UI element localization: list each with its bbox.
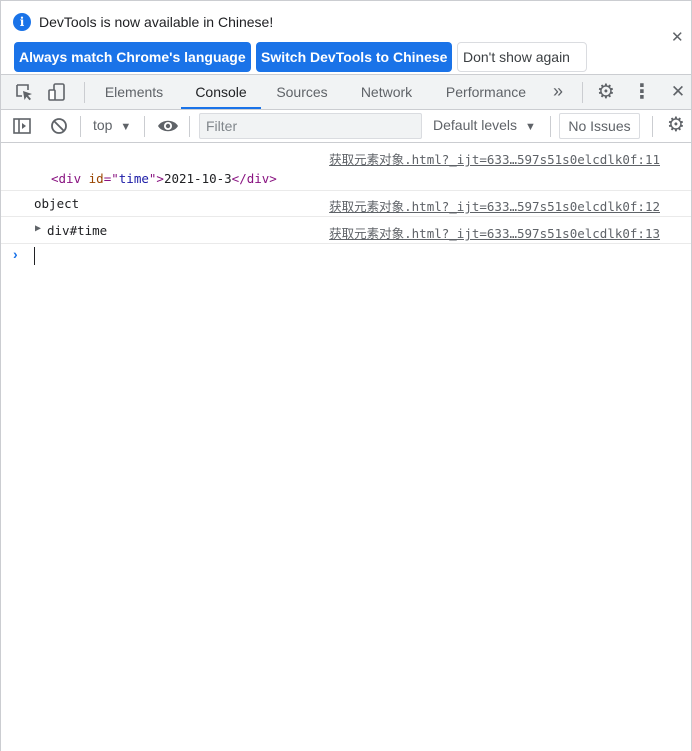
toolbar-divider: [189, 116, 190, 137]
tab-elements[interactable]: Elements: [93, 75, 175, 109]
settings-gear-icon[interactable]: ⚙: [595, 80, 617, 104]
tag-close: </div>: [231, 171, 277, 186]
console-message: object 获取元素对象.html?_ijt=633…597s51s0elcd…: [1, 191, 691, 217]
message-source-link[interactable]: 获取元素对象.html?_ijt=633…597s51s0elcdlk0f:11: [329, 149, 660, 168]
switch-to-chinese-button[interactable]: Switch DevTools to Chinese: [256, 42, 452, 72]
tab-sources[interactable]: Sources: [266, 75, 338, 109]
node-text: 2021-10-3: [163, 171, 232, 186]
attribute-name: id: [88, 171, 104, 186]
attribute-close: ">: [148, 171, 164, 186]
console-toolbar: top ▼ Filter Default levels ▼ No Issues …: [1, 110, 691, 143]
language-infobar: i DevTools is now available in Chinese! …: [1, 0, 691, 75]
main-tab-bar: Elements Console Sources Network Perform…: [1, 75, 691, 110]
info-icon: i: [13, 13, 31, 31]
infobar-message: DevTools is now available in Chinese!: [39, 14, 274, 30]
console-prompt-icon: ›: [13, 246, 18, 262]
clear-console-icon[interactable]: [49, 116, 69, 136]
levels-label: Default levels: [433, 117, 518, 133]
log-levels-dropdown[interactable]: Default levels ▼: [433, 117, 536, 133]
eye-icon[interactable]: [157, 116, 179, 136]
toolbar-divider: [144, 116, 145, 137]
dont-show-again-button[interactable]: Don't show again: [457, 42, 587, 72]
attribute-value: time: [118, 171, 149, 186]
chevron-down-icon: ▼: [524, 121, 536, 133]
message-text: object: [34, 196, 80, 211]
always-match-language-button[interactable]: Always match Chrome's language: [14, 42, 251, 72]
attribute-eq: =": [103, 171, 119, 186]
chevron-down-icon: ▼: [120, 121, 132, 133]
context-label: top: [93, 117, 113, 133]
context-selector[interactable]: top ▼: [93, 117, 131, 133]
tab-console[interactable]: Console: [181, 75, 261, 109]
console-input-caret[interactable]: [34, 247, 35, 265]
toolbar-divider: [550, 116, 551, 137]
message-text[interactable]: div#time: [47, 223, 107, 238]
filter-input[interactable]: Filter: [199, 113, 422, 139]
sidebar-toggle-icon[interactable]: [12, 116, 32, 136]
toolbar-divider: [80, 116, 81, 137]
console-settings-gear-icon[interactable]: ⚙: [665, 113, 687, 137]
issues-button[interactable]: No Issues: [559, 113, 640, 139]
tab-performance[interactable]: Performance: [434, 75, 538, 109]
close-infobar-icon[interactable]: ✕: [671, 29, 684, 47]
toolbar-divider: [652, 116, 653, 137]
tab-network[interactable]: Network: [348, 75, 425, 109]
element-node[interactable]: <div id="time">2021-10-3</div>: [51, 171, 277, 186]
message-source-link[interactable]: 获取元素对象.html?_ijt=633…597s51s0elcdlk0f:12: [329, 196, 660, 215]
close-devtools-icon[interactable]: ✕: [668, 82, 688, 102]
console-message: ▶ div#time 获取元素对象.html?_ijt=633…597s51s0…: [1, 217, 691, 244]
toolbar-divider: [582, 82, 583, 103]
device-toolbar-icon[interactable]: [47, 82, 67, 102]
customize-menu-icon[interactable]: ⋮: [632, 80, 652, 104]
message-source-link[interactable]: 获取元素对象.html?_ijt=633…597s51s0elcdlk0f:13: [329, 223, 660, 242]
tag-open: <div: [51, 171, 82, 186]
console-message: 获取元素对象.html?_ijt=633…597s51s0elcdlk0f:11…: [1, 143, 691, 191]
expand-triangle-icon[interactable]: ▶: [35, 223, 41, 234]
toolbar-divider: [84, 82, 85, 103]
more-tabs-icon[interactable]: »: [548, 80, 568, 102]
inspect-element-icon[interactable]: [14, 82, 34, 102]
